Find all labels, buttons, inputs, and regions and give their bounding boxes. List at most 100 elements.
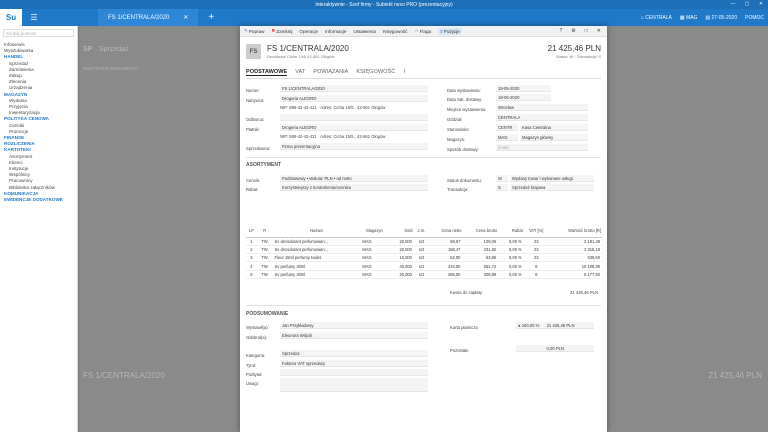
toolbar-button-4[interactable]: Ustawienia [353,29,375,34]
table-cell: 8 [523,270,549,280]
column-header[interactable]: Cena brutto [462,225,499,238]
table-cell: 23 [523,253,549,263]
toolbar-button-0[interactable]: ✎ Popraw [244,28,264,34]
table-cell: 0,00 % [498,237,524,246]
toolbar-button-7[interactable]: ≡ Pozycje [438,27,462,35]
divider [246,157,601,158]
toolbar-button-3[interactable]: Informacje [325,29,346,34]
new-tab-button[interactable]: + [208,12,214,23]
table-cell: TW [256,270,273,280]
toolbar-button-2[interactable]: Operacje [299,29,318,34]
tab-vat[interactable]: VAT [295,69,305,76]
column-header[interactable]: Ilość [388,225,414,238]
close-window-button[interactable]: ✕ [754,0,768,9]
column-header[interactable]: Nazwa [272,225,361,238]
paperclip-icon[interactable]: ⌇ [403,69,406,76]
field-cennik[interactable]: Podstawowy • Waluta: PLN • od netto [280,175,428,182]
list-icon: ≡ [440,28,443,34]
column-header[interactable]: Cena netto [428,225,463,238]
table-cell: 52,00 [428,253,463,263]
field-oddzial[interactable]: CENTRALA [496,114,588,121]
table-cell: 63,96 [462,253,499,263]
field-wystawil[interactable]: Jan Przykładowy [280,322,428,329]
field-sposob-dostawy[interactable]: (brak) [496,144,588,151]
close-icon[interactable]: ✕ [597,28,601,34]
field-tytul[interactable]: Faktura VAT sprzedaży [280,360,428,367]
field-rabat[interactable]: Korzystniejszy z kontrahenta/cennika [280,184,428,191]
table-row[interactable]: 4 TW Sv perfumy 30ml MAG 40,000 szt 234,00 252,… [246,261,602,271]
maximize-button[interactable]: ▢ [740,0,754,9]
column-header[interactable]: Magazyn [360,225,389,238]
field-odebral[interactable]: Eleonora Wójcik [280,332,428,339]
close-icon: ✖ [271,28,276,33]
help-button[interactable]: POMOC [745,15,764,21]
column-header[interactable]: LP [246,225,257,238]
field-miejsce[interactable]: Wrocław [496,104,588,111]
tab-document[interactable]: FS 1/CENTRALA/2020 ✕ [98,9,199,26]
platnik-address: NIP: 888-42-42-421 · Adres: Cicha 15/5 ,… [280,134,386,139]
table-row[interactable]: 3 TW Fleur 15ml perfumy toalet. MAG 10,000 sz… [246,253,602,263]
field-podtytul[interactable] [280,369,428,376]
bg-amount: 21 425,46 PLN [708,371,762,380]
doc-number: FS 1/CENTRALA/2020 [267,44,349,53]
field-sprzedawca[interactable]: Firma prezentacyjna [280,143,428,150]
table-cell: 4 [246,261,257,271]
label-oddzial: Oddział: [447,117,463,122]
minimize-button[interactable]: — [726,0,740,9]
field-numer[interactable]: FS 1/CENTRALA/2020 [280,85,428,92]
tab-close-icon[interactable]: ✕ [183,14,188,21]
table-row[interactable]: 5 TW Sv perfumy 30ml MAG 20,000 szt 286,00 308,… [246,270,602,280]
field-stanowisko[interactable]: Kasa Centralna [520,124,588,131]
field-status[interactable]: Wydany towar i wykonane usługi [510,175,594,182]
table-cell: szt [413,237,429,246]
company-selector[interactable]: ⌂ CENTRALA [641,15,672,21]
document-dialog: ✎ Popraw ✖ Zamknij Operacje Informacje Ustawie… [240,26,607,432]
field-data-dostawy[interactable]: 18-05-2020 [496,94,551,101]
field-odbiorca[interactable] [280,114,428,121]
table-cell: szt [413,245,429,255]
table-row[interactable]: 2 TW Sv dezodorant perfumowan... MAG 20,000 s… [246,245,602,255]
toolbar-button-1[interactable]: ✖ Zamknij [271,28,292,34]
help-icon[interactable]: ? [560,28,563,34]
settings-icon[interactable]: ⚙ [571,28,575,34]
field-kategoria[interactable]: Sprzedaż [280,350,428,357]
field-transakcja[interactable]: Sprzedaż krajowa [510,184,594,191]
label-kategoria: Kategoria: [246,353,266,358]
table-cell: Sv perfumy 30ml [272,261,361,271]
field-status-kod[interactable]: W [496,175,508,182]
tab-podstawowe[interactable]: PODSTAWOWE [246,69,288,76]
label-pozostalo: Pozostało [450,348,469,353]
hamburger-icon[interactable]: ☰ [22,13,46,22]
column-header[interactable]: Wartość brutto [R] [548,225,602,238]
field-transakcja-kod[interactable]: S [496,184,508,191]
field-nabywca[interactable]: Drogeria ALEGRO [280,95,428,102]
table-cell: 234,00 [428,261,463,271]
field-magazyn[interactable]: Magazyn główny [520,134,588,141]
column-header[interactable]: J.m. [413,225,429,238]
bg-doc: FS 1/CENTRALA/2020 [83,371,165,380]
table-row[interactable]: 1 TW Sv dezodorant perfumowan... MAG 20,000 s… [246,237,602,246]
field-magazyn-kod[interactable]: MAG [496,134,518,141]
tab-ksiegowosc[interactable]: KSIĘGOWOŚĆ [356,69,395,76]
toolbar-button-5[interactable]: Księgowość [383,29,408,34]
table-cell: 0,00 % [498,245,524,255]
field-karta[interactable]: ● 100,00 % 21 425,46 PLN [516,322,594,329]
positions-table: LP R Nazwa Magazyn Ilość J.m. Cena netto Cena b… [246,225,602,280]
column-header[interactable]: VAT [%] [523,225,549,238]
store-selector[interactable]: ▦ MAG [680,15,698,21]
field-uwagi[interactable] [280,378,428,392]
field-platnik[interactable]: Drogeria ALEGRO [280,124,428,131]
field-stanowisko-kod[interactable]: CENTR [496,124,518,131]
field-data-wystawienia[interactable]: 18-05-2020 [496,85,551,92]
tab-powiazania[interactable]: POWIĄZANIA [313,69,348,76]
column-header[interactable]: Rabat [498,225,524,238]
label-uwagi: Uwagi: [246,381,259,386]
toolbar-button-6[interactable]: ☆ Flaga [414,28,431,34]
sidebar-item-25[interactable]: EWIDENCJE DODATKOWE [0,197,77,203]
table-cell: szt [413,270,429,280]
column-header[interactable]: R [256,225,273,238]
date-selector[interactable]: ▤ 27-05-2020 [705,15,737,21]
restore-icon[interactable]: □ [585,28,588,34]
sidebar-search-input[interactable]: Szukaj poleceń [3,29,74,37]
app-logo[interactable]: Su [0,9,22,26]
